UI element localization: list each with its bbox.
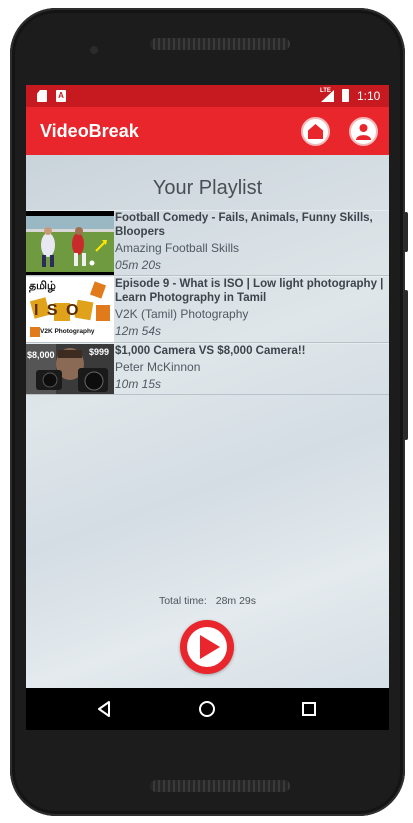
playlist-list: Football Comedy - Fails, Animals, Funny … (26, 210, 389, 395)
status-bar: A LTE 1:10 (26, 85, 389, 107)
bottom-speaker (150, 780, 290, 792)
status-time: 1:10 (357, 89, 381, 103)
app-title: VideoBreak (40, 121, 139, 141)
total-time-label: Total time: (158, 595, 207, 607)
sd-card-icon (37, 90, 47, 102)
video-thumbnail: $8,000 $999 (26, 344, 114, 394)
back-button[interactable] (94, 699, 114, 719)
back-icon (98, 701, 110, 717)
list-item[interactable]: தமிழ் I S O V2K Photography Episode 9 - … (26, 276, 389, 343)
video-channel: V2K (Tamil) Photography (115, 307, 249, 321)
video-duration: 12m 54s (115, 324, 162, 338)
playlist-heading: Your Playlist (152, 177, 263, 199)
screen: A LTE 1:10 VideoBreak Your Playlist Foot… (26, 85, 389, 730)
home-nav-button[interactable] (197, 699, 217, 719)
notification-icon: A (56, 90, 66, 102)
play-all-button[interactable] (180, 620, 234, 674)
video-duration: 05m 20s (115, 258, 162, 272)
video-thumbnail: தமிழ் I S O V2K Photography (26, 277, 114, 342)
home-button[interactable] (301, 117, 330, 146)
power-button (404, 212, 408, 252)
user-icon (356, 124, 371, 140)
network-type: LTE (320, 88, 331, 94)
thumbnail-iso-text: I S O (34, 302, 81, 319)
video-channel: Amazing Football Skills (115, 241, 240, 255)
front-camera (90, 46, 98, 54)
recents-button[interactable] (299, 699, 319, 719)
playlist-content: Your Playlist Football Comedy - Fails, A… (26, 155, 389, 688)
list-item[interactable]: $8,000 $999 $1,000 Camera VS $8,000 Came… (26, 343, 389, 395)
recents-icon (302, 702, 316, 716)
video-title: Football Comedy - Fails, Animals, Funny … (115, 212, 373, 238)
total-time-value: 28m 29s (215, 595, 257, 607)
app-bar: VideoBreak (26, 107, 389, 155)
battery-icon (342, 89, 349, 102)
thumbnail-price-left: $8,000 (27, 350, 55, 360)
home-icon (308, 124, 323, 139)
list-item[interactable]: Football Comedy - Fails, Animals, Funny … (26, 210, 389, 276)
thumbnail-price-right: $999 (89, 347, 110, 357)
video-info: $1,000 Camera VS $8,000 Camera!! Peter M… (114, 344, 389, 394)
video-duration: 10m 15s (115, 377, 162, 391)
top-speaker (150, 38, 290, 50)
video-title: Episode 9 - What is ISO | Low light phot… (115, 278, 384, 304)
video-channel: Peter McKinnon (115, 360, 201, 374)
navigation-bar (26, 688, 389, 730)
profile-button[interactable] (349, 117, 378, 146)
video-title: $1,000 Camera VS $8,000 Camera!! (115, 345, 306, 357)
video-thumbnail (26, 211, 114, 275)
video-info: Episode 9 - What is ISO | Low light phot… (114, 277, 389, 342)
video-info: Football Comedy - Fails, Animals, Funny … (114, 211, 389, 275)
thumbnail-tamil-text: தமிழ் (29, 279, 56, 292)
volume-button (404, 290, 408, 440)
play-icon (187, 627, 227, 667)
total-time: Total time: 28m 29s (26, 595, 389, 607)
thumbnail-brand-text: V2K Photography (40, 328, 95, 335)
circle-home-icon (199, 701, 215, 717)
